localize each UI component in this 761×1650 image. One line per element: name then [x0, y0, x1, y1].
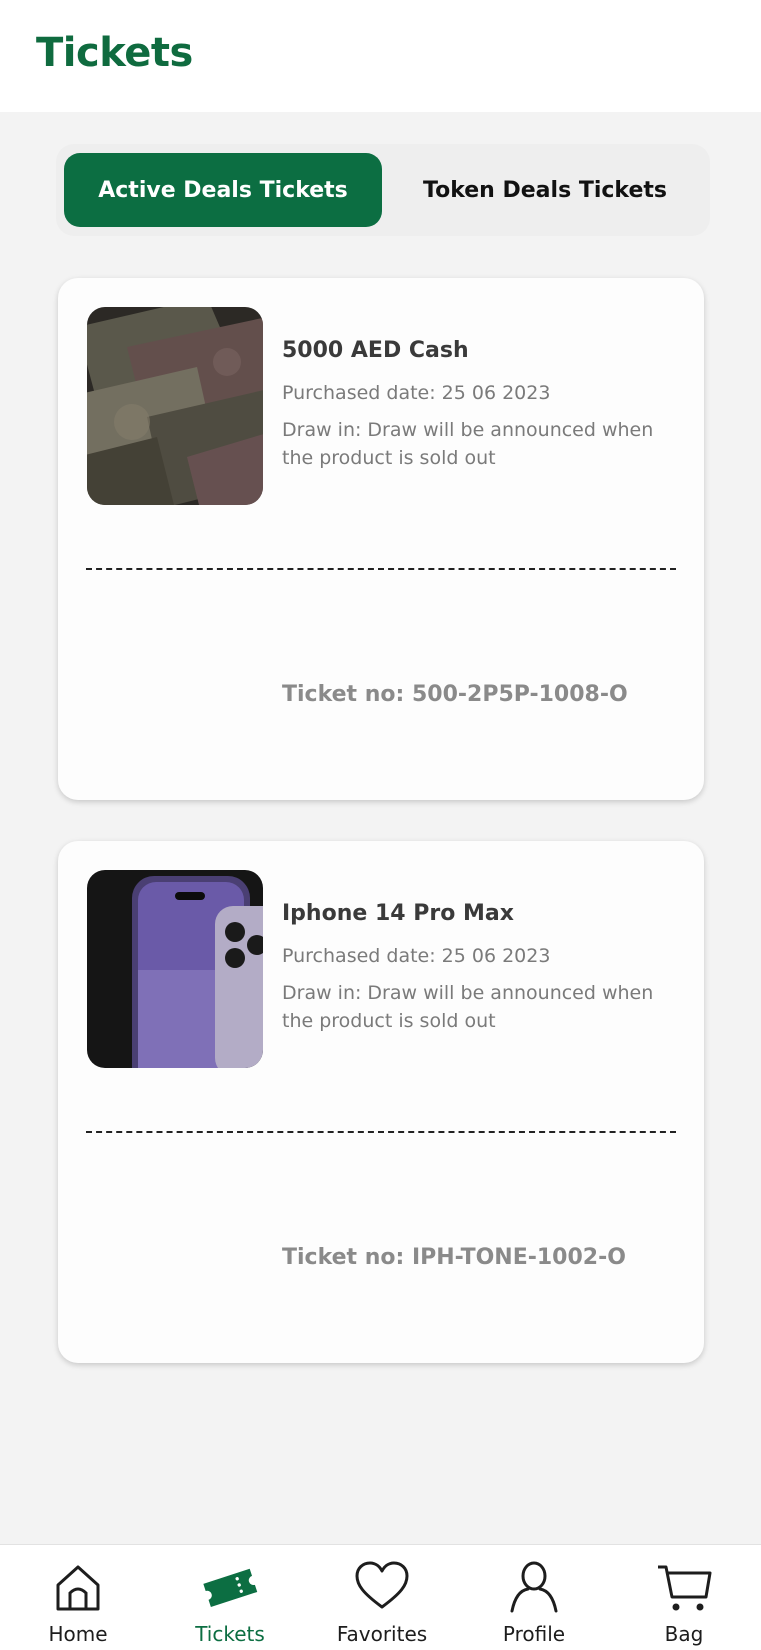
purchased-date: Purchased date: 25 06 2023	[282, 945, 551, 967]
home-icon	[48, 1559, 108, 1617]
nav-bag-label: Bag	[664, 1622, 704, 1646]
heart-icon	[352, 1559, 412, 1617]
ticket-number: Ticket no: IPH-TONE-1002-O	[282, 1245, 626, 1270]
iphone-image	[87, 870, 263, 1068]
ticket-card[interactable]: 5000 AED Cash Purchased date: 25 06 2023…	[58, 278, 704, 800]
ticket-icon	[200, 1559, 260, 1617]
ticket-divider	[86, 1131, 676, 1133]
user-icon	[504, 1559, 564, 1617]
nav-favorites[interactable]: Favorites	[322, 1545, 442, 1650]
ticket-divider	[86, 568, 676, 570]
product-name: Iphone 14 Pro Max	[282, 901, 514, 926]
nav-tickets-label: Tickets	[195, 1622, 265, 1646]
ticket-type-tabs: Active Deals Tickets Token Deals Tickets	[56, 144, 710, 236]
product-name: 5000 AED Cash	[282, 338, 469, 363]
nav-profile-label: Profile	[502, 1622, 566, 1646]
bottom-navigation: Home Tickets Favorites Profile Bag	[0, 1544, 761, 1650]
draw-info: Draw in: Draw will be announced when the…	[282, 419, 654, 469]
nav-home[interactable]: Home	[18, 1545, 138, 1650]
ticket-card[interactable]: Iphone 14 Pro Max Purchased date: 25 06 …	[58, 841, 704, 1363]
nav-home-label: Home	[48, 1622, 108, 1646]
tab-token-deals[interactable]: Token Deals Tickets	[386, 153, 704, 227]
ticket-number: Ticket no: 500-2P5P-1008-O	[282, 682, 628, 707]
nav-bag[interactable]: Bag	[624, 1545, 744, 1650]
cash-banknotes-image	[87, 307, 263, 505]
draw-info: Draw in: Draw will be announced when the…	[282, 982, 654, 1032]
cart-icon	[654, 1559, 714, 1617]
app-header: Tickets	[0, 0, 761, 112]
page-title: Tickets	[36, 30, 193, 76]
nav-tickets[interactable]: Tickets	[170, 1545, 290, 1650]
tab-active-deals[interactable]: Active Deals Tickets	[64, 153, 382, 227]
purchased-date: Purchased date: 25 06 2023	[282, 382, 551, 404]
nav-profile[interactable]: Profile	[474, 1545, 594, 1650]
nav-favorites-label: Favorites	[336, 1622, 428, 1646]
